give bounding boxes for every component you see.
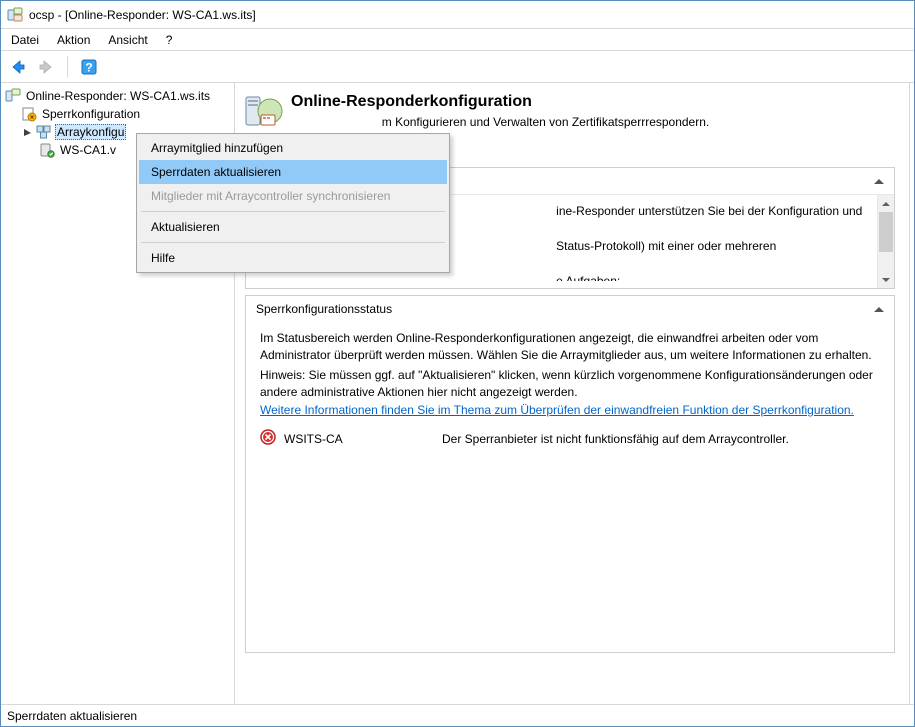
right-sash[interactable] [909, 83, 914, 704]
cm-separator [141, 242, 445, 243]
scroll-up-button[interactable] [878, 195, 894, 212]
tree-revocation-label: Sperrkonfiguration [40, 107, 142, 121]
collapse-icon[interactable] [874, 307, 884, 312]
menu-bar: Datei Aktion Ansicht ? [1, 29, 914, 51]
menu-help[interactable]: ? [166, 33, 173, 47]
cm-sync-members: Mitglieder mit Arraycontroller synchroni… [139, 184, 447, 208]
help-button[interactable]: ? [78, 56, 100, 78]
status-bar: Sperrdaten aktualisieren [1, 704, 914, 726]
responder-icon [5, 88, 21, 104]
scroll-thumb[interactable] [879, 212, 893, 252]
status-panel-title: Sperrkonfigurationsstatus [256, 302, 392, 316]
revocation-icon [21, 106, 37, 122]
collapse-icon[interactable] [874, 179, 884, 184]
tree-root[interactable]: Online-Responder: WS-CA1.ws.its [1, 87, 234, 105]
content-title: Online-Responderkonfiguration [291, 91, 709, 111]
status-message: Der Sperranbieter ist nicht funktionsfäh… [442, 431, 789, 448]
status-panel-body: Im Statusbereich werden Online-Responder… [246, 322, 894, 652]
array-config-icon [36, 124, 52, 140]
cm-add-array-member[interactable]: Arraymitglied hinzufügen [139, 136, 447, 160]
back-button[interactable] [7, 56, 29, 78]
server-icon [243, 91, 283, 131]
content-subtitle: Verwenden Sie...m Konfigurieren und Verw… [291, 111, 709, 129]
server-member-icon [39, 142, 55, 158]
status-para1: Im Statusbereich werden Online-Responder… [260, 330, 880, 365]
tree-member-label: WS-CA1.v [58, 143, 118, 157]
context-menu: Arraymitglied hinzufügen Sperrdaten aktu… [136, 133, 450, 273]
svg-text:?: ? [85, 60, 92, 74]
toolbar-separator [67, 56, 68, 78]
window-title: ocsp - [Online-Responder: WS-CA1.ws.its] [29, 8, 256, 22]
title-bar: ocsp - [Online-Responder: WS-CA1.ws.its] [1, 1, 914, 29]
status-help-link[interactable]: Weitere Informationen finden Sie im Them… [260, 403, 854, 417]
menu-view[interactable]: Ansicht [108, 33, 147, 47]
error-icon [260, 429, 276, 450]
scroll-down-button[interactable] [878, 271, 894, 288]
status-row: WSITS-CA Der Sperranbieter ist nicht fun… [260, 419, 880, 450]
cm-separator [141, 211, 445, 212]
intro-line3: e Aufgaben: [556, 274, 620, 281]
tree-revocation-config[interactable]: Sperrkonfiguration [1, 105, 234, 123]
status-bar-text: Sperrdaten aktualisieren [7, 709, 137, 723]
status-para2: Hinweis: Sie müssen ggf. auf "Aktualisie… [260, 367, 880, 402]
tree-array-label: Arraykonfigu [55, 124, 126, 140]
intro-scrollbar[interactable] [877, 195, 894, 288]
status-panel-header[interactable]: Sperrkonfigurationsstatus [246, 296, 894, 322]
status-config-name: WSITS-CA [284, 431, 434, 448]
tree-root-label: Online-Responder: WS-CA1.ws.its [24, 89, 212, 103]
menu-file[interactable]: Datei [11, 33, 39, 47]
cm-update-revocation-data[interactable]: Sperrdaten aktualisieren [139, 160, 447, 184]
toolbar: ? [1, 51, 914, 83]
forward-button[interactable] [35, 56, 57, 78]
app-icon [7, 7, 23, 23]
expand-icon[interactable] [21, 128, 33, 137]
cm-refresh[interactable]: Aktualisieren [139, 215, 447, 239]
menu-action[interactable]: Aktion [57, 33, 90, 47]
cm-help[interactable]: Hilfe [139, 246, 447, 270]
status-panel: Sperrkonfigurationsstatus Im Statusberei… [245, 295, 895, 653]
